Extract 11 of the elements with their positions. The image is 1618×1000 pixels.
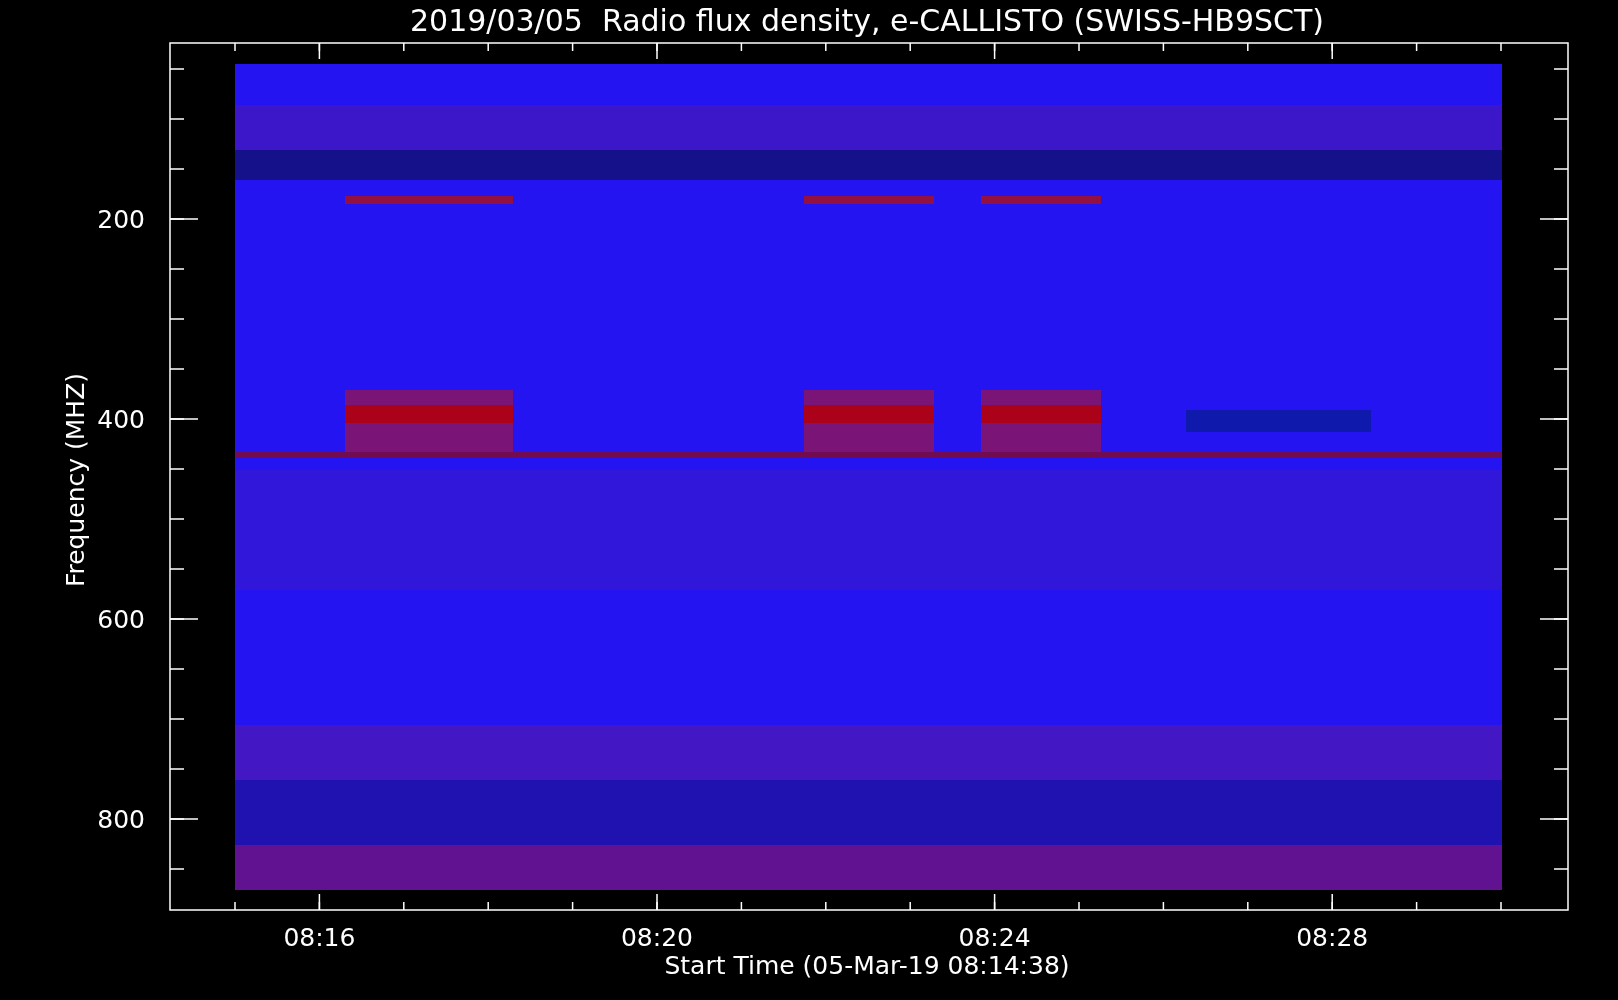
plot-title: 2019/03/05 Radio flux density, e-CALLISTO (SWISS-HB9SCT)	[409, 3, 1325, 38]
axis-tick-label: 08:24	[958, 923, 1031, 952]
axis-tick-label: 08:28	[1296, 923, 1369, 952]
axis-tick-label: 600	[97, 605, 145, 634]
axis-tick-label: 200	[97, 205, 145, 234]
axis-tick-label: 400	[97, 405, 145, 434]
axis-title: Frequency (MHZ)	[61, 372, 90, 588]
axis-title: Start Time (05-Mar-19 08:14:38)	[664, 951, 1070, 980]
axis-tick-label: 800	[97, 805, 145, 834]
axis-tick-label: 08:16	[283, 923, 356, 952]
axis-tick-label: 08:20	[621, 923, 693, 952]
